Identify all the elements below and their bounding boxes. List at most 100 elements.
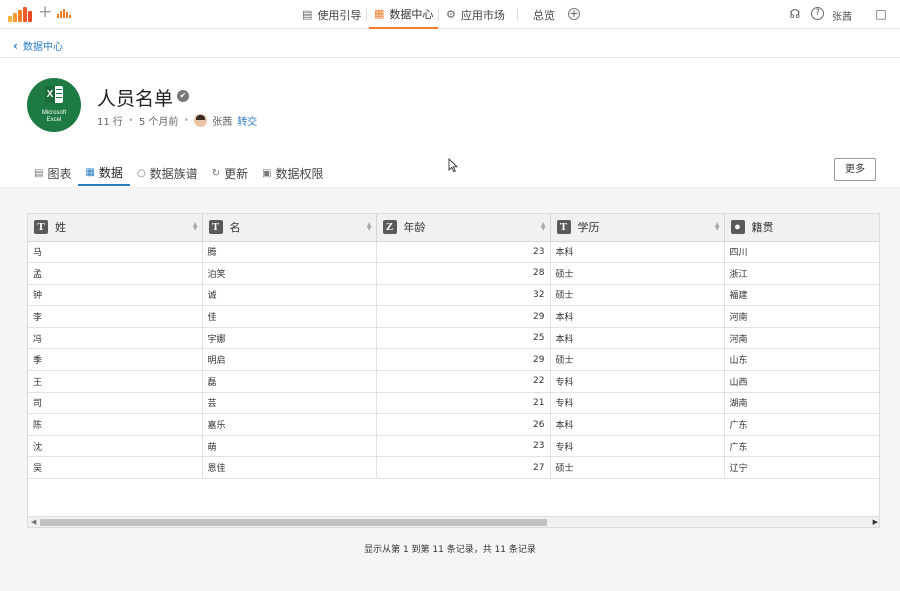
sort-icon[interactable]: ▲ ▼: [541, 222, 546, 232]
scroll-right-icon[interactable]: ▶: [873, 518, 878, 526]
table-cell[interactable]: 山西: [724, 370, 879, 393]
table-row[interactable]: 钟诚 32 硕士 福建: [28, 284, 879, 307]
sort-icon[interactable]: ▲ ▼: [193, 222, 198, 232]
table-cell[interactable]: 萌: [202, 435, 377, 458]
table-cell[interactable]: 专科: [550, 435, 725, 458]
horizontal-scrollbar[interactable]: ◀ ▶: [28, 516, 879, 527]
table-cell[interactable]: 本科: [550, 305, 725, 328]
table-cell[interactable]: 山东: [724, 348, 879, 372]
certified-badge-icon[interactable]: ✔: [177, 90, 189, 102]
nav-guide[interactable]: ▤ 使用引导: [302, 0, 361, 29]
table-cell[interactable]: 王: [28, 370, 203, 393]
table-cell[interactable]: 硕士: [550, 284, 725, 307]
table-cell[interactable]: 钟: [28, 284, 203, 307]
table-cell[interactable]: 季: [28, 348, 203, 372]
table-cell[interactable]: 四川: [724, 241, 879, 264]
headset-icon[interactable]: ☊: [788, 7, 802, 21]
tab-permissions[interactable]: ▣ 数据权限: [255, 160, 330, 186]
table-cell[interactable]: 诚: [202, 284, 377, 307]
table-cell[interactable]: 恩佳: [202, 456, 377, 480]
table-cell[interactable]: 硕士: [550, 262, 725, 285]
table-cell[interactable]: 佳: [202, 305, 377, 328]
table-row[interactable]: 季明启 29 硕士 山东: [28, 348, 879, 372]
tab-chart[interactable]: ▤ 图表: [27, 160, 78, 186]
breadcrumb[interactable]: ‹ 数据中心: [13, 38, 63, 54]
table-row[interactable]: 王磊 22 专科 山西: [28, 370, 879, 393]
table-cell[interactable]: 磊: [202, 370, 377, 393]
table-cell[interactable]: 芸: [202, 392, 377, 415]
column-header-education[interactable]: T 学历 ▲ ▼: [550, 214, 725, 242]
table-cell[interactable]: 陈: [28, 413, 203, 436]
breadcrumb-data-center[interactable]: 数据中心: [23, 38, 63, 53]
table-cell[interactable]: 硕士: [550, 348, 725, 372]
table-cell[interactable]: 湖南: [724, 392, 879, 415]
tab-lineage[interactable]: ○ 数据族谱: [130, 160, 205, 186]
table-row[interactable]: 孟泊笑 28 硕士 浙江: [28, 262, 879, 285]
table-row[interactable]: 冯宇娜 25 本科 河南: [28, 327, 879, 350]
column-header-given-name[interactable]: T 名 ▲ ▼: [202, 214, 377, 242]
bar-chart-icon[interactable]: [57, 9, 71, 18]
table-cell[interactable]: 专科: [550, 392, 725, 415]
table-cell[interactable]: 广东: [724, 435, 879, 458]
nav-app-market[interactable]: ⚙ 应用市场: [446, 0, 505, 29]
sort-icon[interactable]: ▲ ▼: [715, 222, 720, 232]
nav-data-center[interactable]: ▦ 数据中心: [369, 0, 439, 29]
table-cell[interactable]: 宇娜: [202, 327, 377, 350]
table-cell[interactable]: 本科: [550, 241, 725, 264]
table-cell[interactable]: 司: [28, 392, 203, 415]
table-cell[interactable]: 23: [376, 435, 551, 458]
table-cell[interactable]: 河南: [724, 327, 879, 350]
table-cell[interactable]: 25: [376, 327, 551, 350]
add-circle-icon[interactable]: +: [568, 8, 580, 20]
table-row[interactable]: 马腾 23 本科 四川: [28, 241, 879, 264]
message-icon[interactable]: □: [874, 7, 888, 21]
table-cell[interactable]: 沈: [28, 435, 203, 458]
table-cell[interactable]: 27: [376, 456, 551, 480]
tab-update[interactable]: ↻ 更新: [205, 160, 255, 186]
table-cell[interactable]: 马: [28, 241, 203, 264]
tab-data[interactable]: ▦ 数据: [78, 160, 130, 186]
table-cell[interactable]: 22: [376, 370, 551, 393]
add-icon[interactable]: +: [38, 4, 52, 21]
table-cell[interactable]: 李: [28, 305, 203, 328]
app-logo-icon[interactable]: [8, 7, 34, 22]
table-cell[interactable]: 明启: [202, 348, 377, 372]
table-cell[interactable]: 26: [376, 413, 551, 436]
table-row[interactable]: 陈嘉乐 26 本科 广东: [28, 413, 879, 436]
column-header-age[interactable]: Z 年龄 ▲ ▼: [376, 214, 551, 242]
table-cell[interactable]: 23: [376, 241, 551, 264]
column-header-hometown[interactable]: ● 籍贯: [724, 214, 879, 242]
table-cell[interactable]: 29: [376, 348, 551, 372]
table-cell[interactable]: 专科: [550, 370, 725, 393]
table-cell[interactable]: 吴: [28, 456, 203, 480]
table-row[interactable]: 沈萌 23 专科 广东: [28, 435, 879, 458]
table-cell[interactable]: 本科: [550, 413, 725, 436]
table-cell[interactable]: 21: [376, 392, 551, 415]
table-cell[interactable]: 泊笑: [202, 262, 377, 285]
table-cell[interactable]: 本科: [550, 327, 725, 350]
table-cell[interactable]: 广东: [724, 413, 879, 436]
more-button[interactable]: 更多: [834, 158, 876, 181]
table-cell[interactable]: 硕士: [550, 456, 725, 480]
transfer-link[interactable]: 转交: [237, 113, 257, 128]
table-cell[interactable]: 孟: [28, 262, 203, 285]
table-cell[interactable]: 29: [376, 305, 551, 328]
table-cell[interactable]: 28: [376, 262, 551, 285]
table-cell[interactable]: 河南: [724, 305, 879, 328]
table-cell[interactable]: 冯: [28, 327, 203, 350]
user-name[interactable]: 张茜: [832, 8, 852, 23]
table-row[interactable]: 司芸 21 专科 湖南: [28, 392, 879, 415]
nav-overview[interactable]: 总览: [533, 0, 555, 29]
table-row[interactable]: 吴恩佳 27 硕士 辽宁: [28, 456, 879, 480]
table-cell[interactable]: 辽宁: [724, 456, 879, 480]
table-cell[interactable]: 32: [376, 284, 551, 307]
table-cell[interactable]: 腾: [202, 241, 377, 264]
table-cell[interactable]: 福建: [724, 284, 879, 307]
table-cell[interactable]: 嘉乐: [202, 413, 377, 436]
sort-icon[interactable]: ▲ ▼: [367, 222, 372, 232]
table-cell[interactable]: 浙江: [724, 262, 879, 285]
help-icon[interactable]: ?: [811, 7, 824, 20]
column-header-surname[interactable]: T 姓 ▲ ▼: [28, 214, 203, 242]
scrollbar-thumb[interactable]: [40, 519, 547, 526]
table-row[interactable]: 李佳 29 本科 河南: [28, 305, 879, 328]
